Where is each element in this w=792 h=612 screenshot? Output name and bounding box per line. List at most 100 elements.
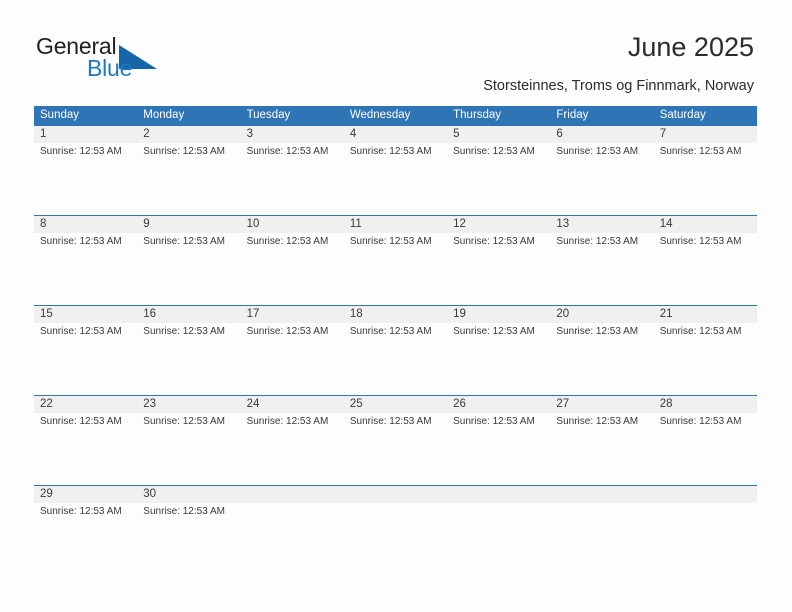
day-number: 10 [246,218,260,230]
day-event-sunrise: Sunrise: 12:53 AM [40,416,122,427]
weekday-header-thursday: Thursday [453,109,502,121]
day-number: 14 [659,218,673,230]
day-event-sunrise: Sunrise: 12:53 AM [556,146,639,157]
day-cell[interactable]: 9 Sunrise: 12:53 AM [137,216,240,305]
day-cell-empty [241,486,344,575]
day-number: 7 [659,128,667,140]
day-number: 29 [40,488,53,500]
calendar-page: General Blue June 2025 Storsteinnes, Tro… [0,0,792,612]
day-number: 19 [453,308,466,320]
day-cell[interactable]: 4 Sunrise: 12:53 AM [344,126,447,215]
day-number: 3 [246,128,253,140]
day-cell[interactable]: 26 Sunrise: 12:53 AM [447,396,550,485]
day-cell[interactable]: 23 Sunrise: 12:53 AM [137,396,240,485]
day-number: 26 [453,398,466,410]
day-number: 21 [659,308,673,320]
day-cell[interactable]: 20 Sunrise: 12:53 AM [550,306,653,395]
day-number: 24 [246,398,260,410]
day-cell-empty [654,486,757,575]
day-number: 30 [143,488,157,500]
day-cell[interactable]: 15 Sunrise: 12:53 AM [34,306,137,395]
day-number: 11 [349,218,362,230]
day-event-sunrise: Sunrise: 12:53 AM [143,416,225,427]
day-cell[interactable]: 18 Sunrise: 12:53 AM [344,306,447,395]
calendar-table: Sunday Monday Tuesday Wednesday Thursday… [34,106,757,575]
day-event-sunrise: Sunrise: 12:53 AM [40,236,122,247]
day-cell[interactable]: 8 Sunrise: 12:53 AM [34,216,137,305]
day-event-sunrise: Sunrise: 12:53 AM [246,236,329,247]
day-number: 17 [246,308,260,320]
day-number: 20 [556,308,570,320]
day-cell[interactable]: 2 Sunrise: 12:53 AM [137,126,240,215]
day-event-sunrise: Sunrise: 12:53 AM [349,236,432,247]
day-event-sunrise: Sunrise: 12:53 AM [143,326,225,337]
day-cell[interactable]: 17 Sunrise: 12:53 AM [241,306,344,395]
day-cell[interactable]: 6 Sunrise: 12:53 AM [550,126,653,215]
day-cell[interactable]: 7 Sunrise: 12:53 AM [654,126,757,215]
day-number: 28 [659,398,673,410]
day-number: 18 [349,308,363,320]
day-cell[interactable]: 3 Sunrise: 12:53 AM [241,126,344,215]
day-event-sunrise: Sunrise: 12:53 AM [143,506,225,517]
day-cell-empty [447,486,550,575]
day-event-sunrise: Sunrise: 12:53 AM [246,146,329,157]
day-cell[interactable]: 12 Sunrise: 12:53 AM [447,216,550,305]
day-event-sunrise: Sunrise: 12:53 AM [659,326,742,337]
day-cell[interactable]: 21 Sunrise: 12:53 AM [654,306,757,395]
day-event-sunrise: Sunrise: 12:53 AM [659,236,742,247]
day-event-sunrise: Sunrise: 12:53 AM [453,146,535,157]
day-cell[interactable]: 30 Sunrise: 12:53 AM [137,486,240,575]
day-cell[interactable]: 22 Sunrise: 12:53 AM [34,396,137,485]
day-event-sunrise: Sunrise: 12:53 AM [349,416,432,427]
day-event-sunrise: Sunrise: 12:53 AM [40,506,122,517]
day-cell[interactable]: 25 Sunrise: 12:53 AM [344,396,447,485]
day-number: 1 [40,128,47,140]
general-blue-logo[interactable]: General Blue [36,33,166,85]
day-event-sunrise: Sunrise: 12:53 AM [40,326,122,337]
day-cell[interactable]: 13 Sunrise: 12:53 AM [550,216,653,305]
calendar-week-row: 29 Sunrise: 12:53 AM 30 Sunrise: 12:53 A… [34,485,757,575]
day-event-sunrise: Sunrise: 12:53 AM [453,236,535,247]
day-number: 4 [349,128,357,140]
weekday-header-friday: Friday [556,109,589,121]
day-cell[interactable]: 5 Sunrise: 12:53 AM [447,126,550,215]
page-title: June 2025 [627,32,754,62]
day-event-sunrise: Sunrise: 12:53 AM [143,146,225,157]
day-cell[interactable]: 19 Sunrise: 12:53 AM [447,306,550,395]
day-event-sunrise: Sunrise: 12:53 AM [246,416,329,427]
day-event-sunrise: Sunrise: 12:53 AM [453,326,535,337]
logo-text-blue: Blue [87,55,133,81]
calendar-week-row: 8 Sunrise: 12:53 AM 9 Sunrise: 12:53 AM … [34,215,757,305]
day-number: 2 [143,128,150,140]
weekday-header-row: Sunday Monday Tuesday Wednesday Thursday… [34,106,757,125]
day-cell[interactable]: 11 Sunrise: 12:53 AM [344,216,447,305]
day-cell[interactable]: 10 Sunrise: 12:53 AM [241,216,344,305]
day-number: 9 [143,218,150,230]
day-number: 22 [40,398,53,410]
weekday-header-tuesday: Tuesday [246,109,291,121]
day-cell[interactable]: 16 Sunrise: 12:53 AM [137,306,240,395]
calendar-week-row: 22 Sunrise: 12:53 AM 23 Sunrise: 12:53 A… [34,395,757,485]
weekday-header-wednesday: Wednesday [349,109,411,121]
day-event-sunrise: Sunrise: 12:53 AM [659,146,742,157]
calendar-week-row: 1 Sunrise: 12:53 AM 2 Sunrise: 12:53 AM … [34,125,757,215]
weekday-header-monday: Monday [143,109,185,121]
day-cell[interactable]: 24 Sunrise: 12:53 AM [241,396,344,485]
day-number: 23 [143,398,157,410]
day-number: 6 [556,128,563,140]
day-event-sunrise: Sunrise: 12:53 AM [143,236,225,247]
day-number: 13 [556,218,570,230]
day-cell[interactable]: 28 Sunrise: 12:53 AM [654,396,757,485]
day-cell[interactable]: 29 Sunrise: 12:53 AM [34,486,137,575]
day-cell-empty [344,486,447,575]
day-number: 27 [556,398,570,410]
day-event-sunrise: Sunrise: 12:53 AM [349,146,432,157]
day-event-sunrise: Sunrise: 12:53 AM [556,326,639,337]
day-number: 12 [453,218,466,230]
day-number: 15 [40,308,53,320]
day-number: 5 [453,128,460,140]
day-cell[interactable]: 1 Sunrise: 12:53 AM [34,126,137,215]
day-cell[interactable]: 14 Sunrise: 12:53 AM [654,216,757,305]
day-event-sunrise: Sunrise: 12:53 AM [246,326,329,337]
day-cell[interactable]: 27 Sunrise: 12:53 AM [550,396,653,485]
